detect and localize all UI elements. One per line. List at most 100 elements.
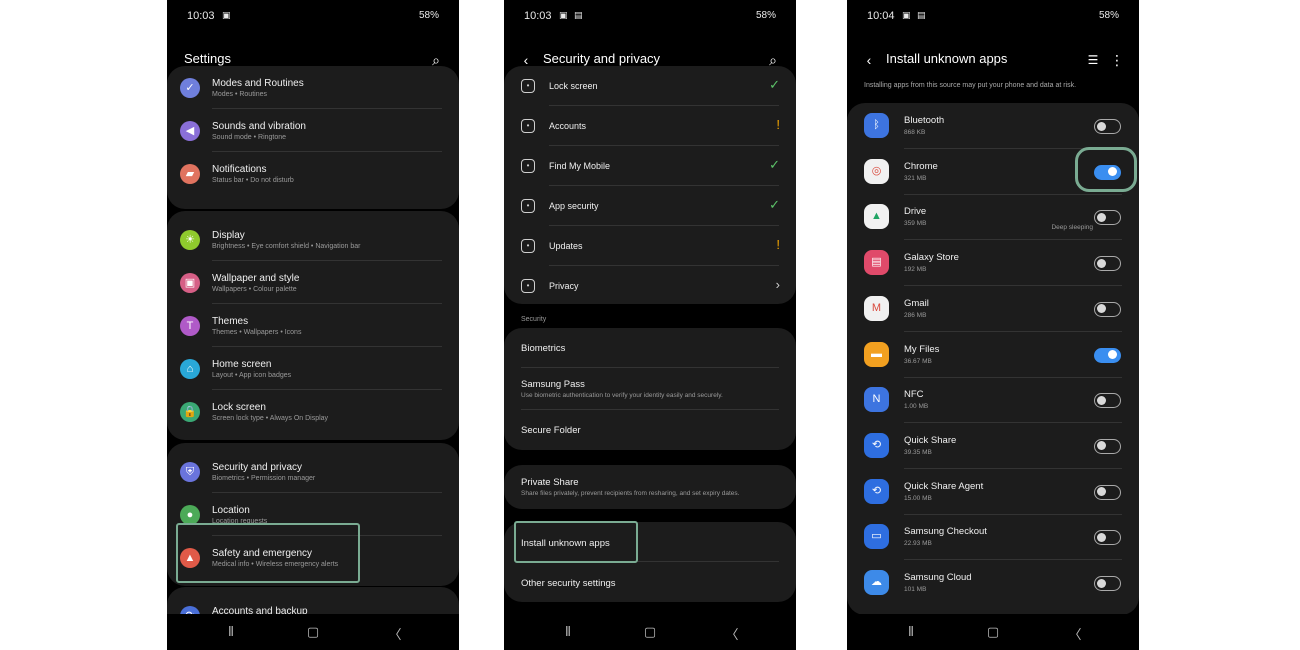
recents-icon[interactable]: ⦀ [901, 624, 921, 640]
app-row-gmail[interactable]: M Gmail 286 MB [847, 286, 1139, 332]
settings-item-modes-and-routines[interactable]: ✓ Modes and Routines Modes • Routines [167, 66, 459, 109]
status-bar: 10:03 ▣ 58% [167, 0, 459, 34]
security-option-samsung-pass[interactable]: Samsung Pass Use biometric authentication… [504, 368, 796, 410]
security-option-label: Biometrics [521, 343, 566, 354]
security-item-app-security[interactable]: • App security ✓ [504, 186, 796, 226]
app-toggle-nfc[interactable] [1094, 393, 1121, 409]
back-nav-icon[interactable]: 〈 [385, 624, 405, 643]
app-toggle-quick-share-agent[interactable] [1094, 484, 1121, 500]
privacy-icon: • [521, 279, 535, 293]
app-row-nfc[interactable]: N NFC 1.00 MB [847, 377, 1139, 424]
security-option-other-security-settings[interactable]: Other security settings [504, 562, 796, 602]
security-privacy-screen: 10:03 ▣ ▤ 58% ‹ Security and privacy ⌕ •… [504, 0, 796, 650]
security-item-label: Lock screen [549, 81, 598, 91]
filter-search-icon[interactable]: ☰ [1083, 50, 1103, 70]
status-bar: 10:04 ▣ ▤ 58% [847, 0, 1139, 34]
settings-item-display[interactable]: ☀ Display Brightness • Eye comfort shield … [167, 218, 459, 261]
security-option-biometrics[interactable]: Biometrics [504, 328, 796, 368]
app-toggle-samsung-cloud[interactable] [1094, 576, 1121, 591]
lock-screen-icon: • [521, 79, 535, 93]
toggle-knob [1097, 258, 1106, 268]
check-icon: ✓ [769, 77, 780, 92]
app-size: 39.35 MB [904, 448, 932, 456]
settings-item-themes[interactable]: T Themes Themes • Wallpapers • Icons [167, 304, 459, 347]
security-item-updates[interactable]: • Updates! [504, 226, 796, 266]
security-item-privacy[interactable]: • Privacy › [504, 266, 796, 306]
app-size: 1.00 MB [904, 403, 929, 411]
settings-item-subtitle: Biometrics • Permission manager [212, 475, 316, 482]
app-row-samsung-checkout[interactable]: ▭ Samsung Checkout 22.93 MB [847, 514, 1139, 561]
settings-item-subtitle: Layout • App icon badges [212, 372, 292, 379]
settings-item-subtitle: Sound mode • Ringtone [212, 134, 287, 141]
toggle-knob [1097, 441, 1106, 451]
back-arrow-icon[interactable]: ‹ [859, 50, 879, 70]
app-size: 101 MB [904, 586, 927, 593]
install-unknown-apps-screen: 10:04 ▣ ▤ 58% ‹ Install unknown apps ☰ ⋮… [847, 0, 1139, 650]
settings-group-card: ✓ Modes and Routines Modes • Routines ◀ Soun… [167, 66, 459, 209]
app-row-quick-share-agent[interactable]: ⟲ Quick Share Agent 15.00 MB [847, 469, 1139, 515]
app-row-my-files[interactable]: ▬ My Files 36.67 MB [847, 332, 1139, 378]
drive-icon: ▲ [864, 204, 889, 230]
back-nav-icon[interactable]: 〈 [722, 624, 742, 643]
app-row-drive[interactable]: ▲ Drive 359 MB Deep sleeping [847, 194, 1139, 241]
settings-item-label: Themes [212, 316, 249, 327]
warning-icon: ! [776, 117, 780, 132]
page-title: Install unknown apps [886, 51, 1008, 66]
card-icon: ▭ [864, 524, 889, 550]
check-icon: ✓ [769, 157, 780, 172]
toggle-knob [1097, 395, 1106, 405]
private-share-label: Private Share [521, 477, 579, 488]
folder-icon: ▬ [864, 341, 889, 367]
settings-item-home-screen[interactable]: ⌂ Home screen Layout • App icon badges [167, 347, 459, 390]
app-security-icon: • [521, 199, 535, 213]
settings-item-notifications[interactable]: ▰ Notifications Status bar • Do not distur… [167, 152, 459, 195]
private-share-card: Private Share Share files privately, pre… [504, 465, 796, 509]
settings-group-card: ☀ Display Brightness • Eye comfort shield … [167, 211, 459, 440]
bluetooth-icon: ᛒ [864, 113, 889, 138]
app-size: 15.00 MB [904, 494, 932, 502]
app-row-samsung-cloud[interactable]: ☁ Samsung Cloud 101 MB [847, 560, 1139, 606]
recents-icon[interactable]: ⦀ [221, 624, 241, 640]
quick-share-agent-icon: ⟲ [864, 478, 889, 504]
app-status-note: Deep sleeping [1051, 224, 1093, 232]
app-toggle-samsung-checkout[interactable] [1094, 530, 1121, 546]
back-nav-icon[interactable]: 〈 [1065, 624, 1085, 643]
app-toggle-galaxy-store[interactable] [1094, 256, 1121, 272]
settings-item-sounds-and-vibration[interactable]: ◀ Sounds and vibration Sound mode • Ringto… [167, 109, 459, 152]
settings-item-label: Home screen [212, 359, 272, 370]
wallpaper-icon: ▣ [180, 273, 200, 293]
lock-icon: 🔒 [180, 402, 200, 422]
more-options-icon[interactable]: ⋮ [1107, 50, 1127, 70]
app-row-galaxy-store[interactable]: ▤ Galaxy Store 192 MB [847, 240, 1139, 287]
settings-item-label: Location [212, 505, 250, 516]
settings-item-lock-screen[interactable]: 🔒 Lock screen Screen lock type • Always On… [167, 390, 459, 433]
home-nav-icon[interactable]: ▢ [640, 624, 660, 640]
settings-item-security-and-privacy[interactable]: ⛨ Security and privacy Biometrics • Permis… [167, 450, 459, 493]
security-item-lock-screen[interactable]: • Lock screen ✓ [504, 66, 796, 106]
settings-item-subtitle: Brightness • Eye comfort shield • Naviga… [212, 243, 361, 250]
bell-icon: ▰ [180, 164, 200, 184]
security-option-description: Use biometric authentication to verify y… [521, 392, 723, 399]
settings-item-label: Lock screen [212, 402, 266, 413]
home-nav-icon[interactable]: ▢ [303, 624, 323, 640]
private-share-item[interactable]: Private Share Share files privately, pre… [504, 465, 796, 509]
app-row-bluetooth[interactable]: ᛒ Bluetooth 868 KB [847, 103, 1139, 149]
recents-icon[interactable]: ⦀ [558, 624, 578, 640]
home-nav-icon[interactable]: ▢ [983, 624, 1003, 640]
settings-item-label: Notifications [212, 164, 267, 175]
app-toggle-my-files[interactable] [1094, 347, 1121, 363]
app-toggle-quick-share[interactable] [1094, 438, 1121, 454]
app-toggle-gmail[interactable] [1094, 301, 1121, 317]
security-item-accounts[interactable]: • Accounts! [504, 106, 796, 146]
app-toggle-drive[interactable] [1094, 210, 1121, 226]
app-row-quick-share[interactable]: ⟲ Quick Share 39.35 MB [847, 423, 1139, 469]
security-item-find-my-mobile[interactable]: • Find My Mobile ✓ [504, 146, 796, 186]
app-size: 359 MB [904, 220, 927, 228]
app-toggle-bluetooth[interactable] [1094, 119, 1121, 134]
security-option-secure-folder[interactable]: Secure Folder [504, 410, 796, 450]
settings-item-label: Display [212, 230, 245, 241]
private-share-description: Share files privately, prevent recipient… [521, 490, 740, 497]
settings-item-subtitle: Modes • Routines [212, 91, 267, 98]
settings-item-wallpaper-and-style[interactable]: ▣ Wallpaper and style Wallpapers • Colour … [167, 261, 459, 304]
highlight-box [1075, 147, 1137, 192]
